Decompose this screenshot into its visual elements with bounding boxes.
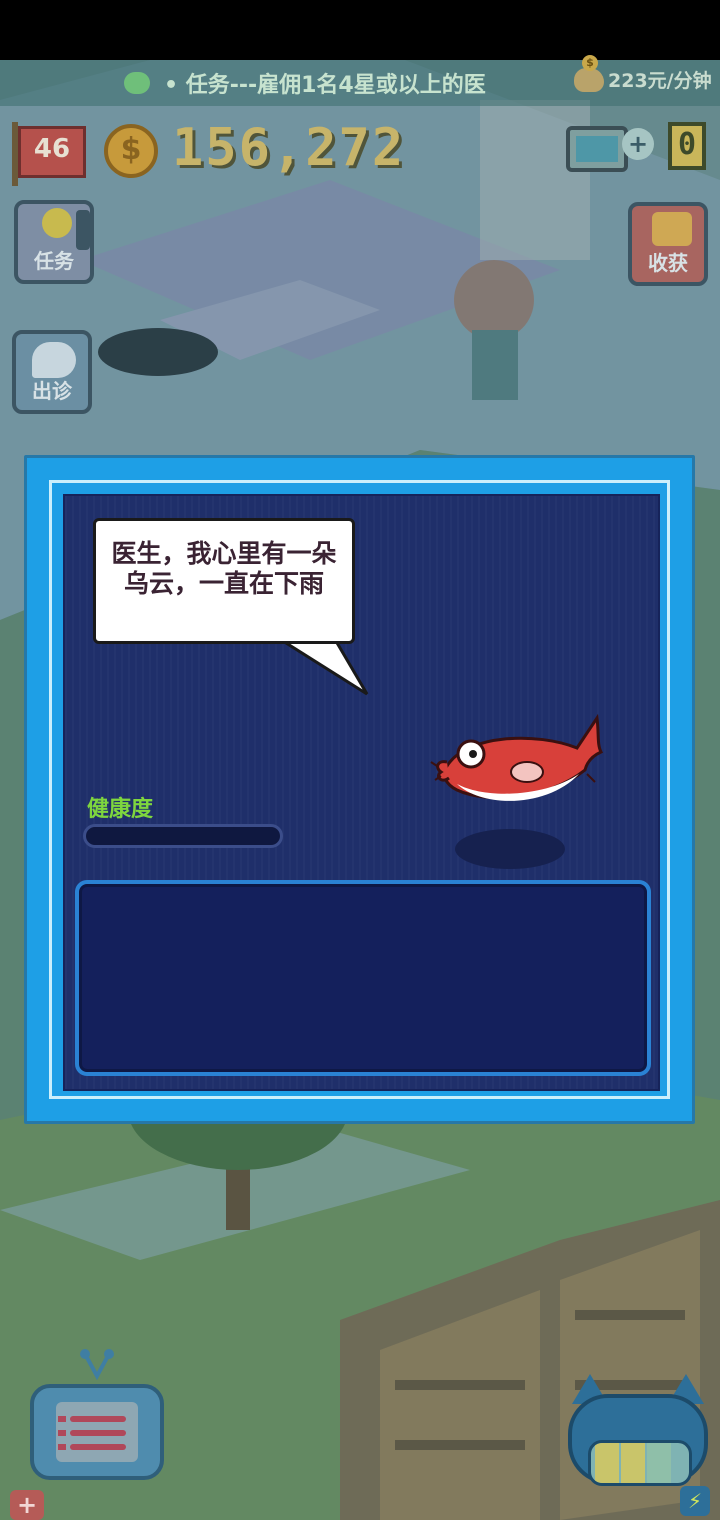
health-label: 健康度 xyxy=(87,797,154,822)
task-button[interactable]: 任务 xyxy=(14,200,94,284)
harvest-button[interactable]: 收获 xyxy=(628,202,708,286)
plus-badge-icon[interactable]: + xyxy=(622,128,654,160)
menu-list-icon xyxy=(56,1402,138,1462)
inbox-count[interactable]: 0 xyxy=(668,122,706,170)
outcall-button[interactable]: 出诊 xyxy=(12,330,92,414)
red-fish-patient[interactable] xyxy=(427,704,607,824)
cat-battery-icon xyxy=(568,1394,708,1486)
harvest-button-label: 收获 xyxy=(648,251,688,275)
energy-battery xyxy=(588,1440,692,1486)
chat-icon xyxy=(124,72,150,94)
treatment-info-panel xyxy=(75,880,651,1076)
patient-shadow xyxy=(455,829,565,869)
level-value: 46 xyxy=(18,126,86,178)
bolt-icon[interactable]: ⚡ xyxy=(680,1486,710,1516)
patient-dialog[interactable]: 医生，我心里有一朵乌云，一直在下雨 健康度 xyxy=(24,455,695,1124)
patient-speech-bubble: 医生，我心里有一朵乌云，一直在下雨 xyxy=(93,518,355,644)
patient-dialog-panel: 医生，我心里有一朵乌云，一直在下雨 健康度 xyxy=(63,494,660,1091)
outcall-button-label: 出诊 xyxy=(32,379,72,403)
piggy-bank-icon xyxy=(574,54,604,92)
cat-battery-button[interactable] xyxy=(568,1374,708,1486)
mission-ticker-bar[interactable]: • 任务---雇佣1名4星或以上的医 223元/分钟 xyxy=(0,54,720,106)
health-progress-bar xyxy=(83,824,283,848)
robot-antenna-icon xyxy=(80,1349,114,1380)
menu-robot-button[interactable] xyxy=(22,1346,172,1486)
level-badge[interactable]: 46 xyxy=(12,122,86,186)
harvest-runner-icon xyxy=(652,212,692,246)
income-rate: 223元/分钟 xyxy=(574,54,712,93)
status-bar xyxy=(0,0,720,60)
income-rate-text: 223元/分钟 xyxy=(608,70,712,92)
ambulance-icon xyxy=(32,342,76,378)
tv-icon[interactable] xyxy=(566,126,628,172)
menu-robot-icon xyxy=(30,1384,164,1480)
medical-cross-icon[interactable]: + xyxy=(10,1490,44,1520)
mission-ticker-text: • 任务---雇佣1名4星或以上的医 xyxy=(164,73,486,98)
task-button-label: 任务 xyxy=(34,249,74,273)
money-counter: 156,272 xyxy=(172,118,406,178)
traffic-light-icon xyxy=(76,210,90,250)
lightbulb-icon xyxy=(42,208,72,238)
coin-icon: $ xyxy=(104,124,158,178)
